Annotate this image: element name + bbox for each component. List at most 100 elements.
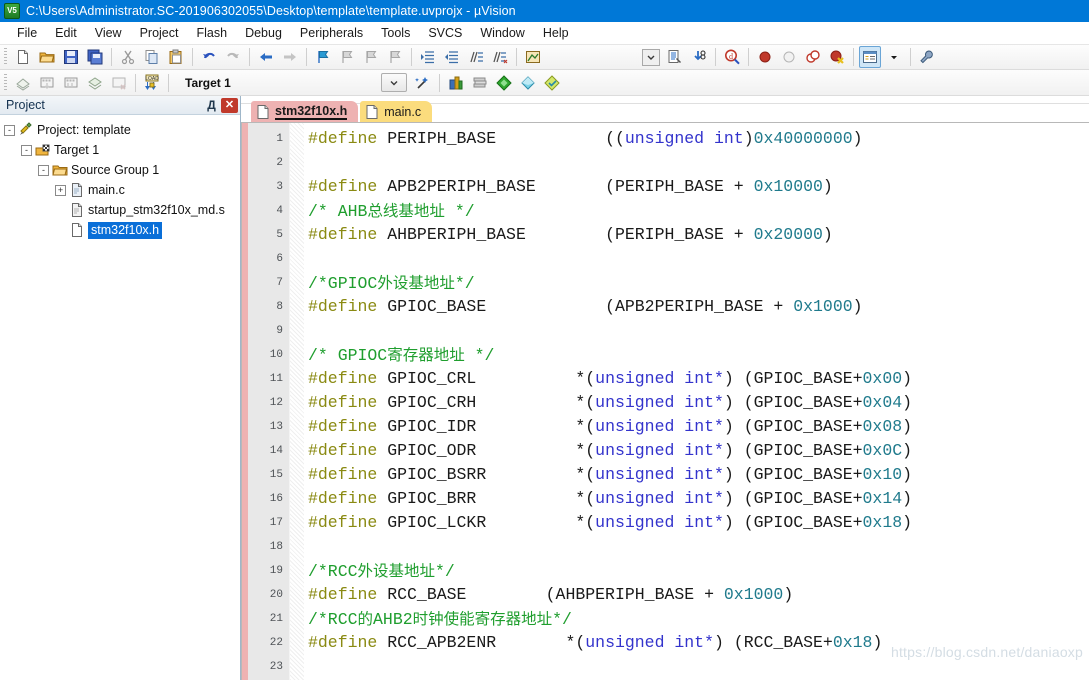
comment-lines-icon[interactable]	[465, 46, 487, 68]
stop-build-icon[interactable]	[108, 72, 130, 94]
save-icon[interactable]	[60, 46, 82, 68]
menu-item-help[interactable]: Help	[534, 23, 578, 43]
combo-dropdown-icon[interactable]	[640, 46, 662, 68]
redo-icon[interactable]	[222, 46, 244, 68]
code-line[interactable]	[304, 247, 1089, 271]
rebuild-icon[interactable]	[60, 72, 82, 94]
navigate-back-icon[interactable]	[255, 46, 277, 68]
project-tree[interactable]: - Project: template - Target 1- Source Group…	[0, 115, 240, 680]
options-target-icon[interactable]	[916, 46, 938, 68]
bookmark-toggle-icon[interactable]	[312, 46, 334, 68]
bookmark-next-icon[interactable]	[360, 46, 382, 68]
manage-project-items-icon[interactable]	[445, 72, 467, 94]
code-line[interactable]: #define RCC_BASE (AHBPERIPH_BASE + 0x100…	[304, 583, 1089, 607]
tree-item-project-template[interactable]: - Project: template	[4, 120, 240, 140]
collapse-toggle-icon[interactable]: -	[21, 144, 32, 156]
new-file-icon[interactable]	[12, 46, 34, 68]
code-line[interactable]: /* GPIOC寄存器地址 */	[304, 343, 1089, 367]
toolbar-grip[interactable]	[4, 48, 7, 66]
menu-item-flash[interactable]: Flash	[187, 23, 236, 43]
collapse-toggle-icon[interactable]: -	[4, 124, 15, 136]
menu-item-edit[interactable]: Edit	[46, 23, 86, 43]
project-window-icon[interactable]	[664, 46, 686, 68]
pack-installer-icon[interactable]	[541, 72, 563, 94]
disable-breakpoint-icon[interactable]	[778, 46, 800, 68]
code-line[interactable]: #define PERIPH_BASE ((unsigned int)0x400…	[304, 127, 1089, 151]
code-editor[interactable]: 1 2 3 4 5 6 7 8 9 10 11 12 13 14 15 16 17 18 19 20 21 22 23 #d…	[241, 122, 1089, 680]
disable-all-breakpoints-icon[interactable]	[802, 46, 824, 68]
kill-all-breakpoints-icon[interactable]	[826, 46, 848, 68]
tree-item-startup-stm32f10x-md-s[interactable]: startup_stm32f10x_md.s	[4, 200, 240, 220]
download-icon[interactable]: LOAD	[141, 72, 163, 94]
code-line[interactable]: #define AHBPERIPH_BASE (PERIPH_BASE + 0x…	[304, 223, 1089, 247]
batch-build-icon[interactable]	[84, 72, 106, 94]
uncomment-lines-icon[interactable]	[489, 46, 511, 68]
code-line[interactable]: /*GPIOC外设基地址*/	[304, 271, 1089, 295]
build-icon[interactable]	[36, 72, 58, 94]
code-token-kw: *	[714, 369, 724, 388]
menu-item-file[interactable]: File	[8, 23, 46, 43]
code-line[interactable]: #define GPIOC_CRH *(unsigned int*) (GPIO…	[304, 391, 1089, 415]
toolbar-grip[interactable]	[4, 73, 7, 92]
menu-item-tools[interactable]: Tools	[372, 23, 419, 43]
books-icon[interactable]	[469, 72, 491, 94]
bookmark-clear-icon[interactable]	[384, 46, 406, 68]
target-wizard-icon[interactable]	[412, 72, 434, 94]
navigate-forward-icon[interactable]	[279, 46, 301, 68]
code-text[interactable]: #define PERIPH_BASE ((unsigned int)0x400…	[304, 123, 1089, 680]
menu-item-view[interactable]: View	[86, 23, 131, 43]
code-line[interactable]: #define GPIOC_BSRR *(unsigned int*) (GPI…	[304, 463, 1089, 487]
open-file-icon[interactable]	[36, 46, 58, 68]
code-token-cmt-cn: 总线基地址	[367, 202, 445, 220]
code-line[interactable]: #define GPIOC_LCKR *(unsigned int*) (GPI…	[304, 511, 1089, 535]
insert-breakpoint-icon[interactable]	[754, 46, 776, 68]
code-line[interactable]: /*RCC外设基地址*/	[304, 559, 1089, 583]
target-dropdown-button[interactable]	[381, 73, 407, 92]
code-line[interactable]: #define GPIOC_CRL *(unsigned int*) (GPIO…	[304, 367, 1089, 391]
code-line[interactable]: #define RCC_APB2ENR *(unsigned int*) (RC…	[304, 631, 1089, 655]
copy-icon[interactable]	[141, 46, 163, 68]
code-line[interactable]: #define GPIOC_IDR *(unsigned int*) (GPIO…	[304, 415, 1089, 439]
paste-icon[interactable]	[165, 46, 187, 68]
save-all-icon[interactable]	[84, 46, 106, 68]
bookmark-prev-icon[interactable]	[336, 46, 358, 68]
code-line[interactable]: #define APB2PERIPH_BASE (PERIPH_BASE + 0…	[304, 175, 1089, 199]
cut-icon[interactable]	[117, 46, 139, 68]
code-line[interactable]: #define GPIOC_ODR *(unsigned int*) (GPIO…	[304, 439, 1089, 463]
translate-icon[interactable]	[12, 72, 34, 94]
editor-tab-main-c[interactable]: main.c	[360, 101, 433, 122]
configure-icon[interactable]	[688, 46, 710, 68]
target-selector[interactable]: Target 1	[179, 73, 301, 93]
indent-decrease-icon[interactable]	[441, 46, 463, 68]
undo-icon[interactable]	[198, 46, 220, 68]
tree-item-target-1[interactable]: - Target 1	[4, 140, 240, 160]
code-line[interactable]	[304, 535, 1089, 559]
options-icon[interactable]	[493, 72, 515, 94]
menu-item-peripherals[interactable]: Peripherals	[291, 23, 372, 43]
code-line[interactable]	[304, 151, 1089, 175]
code-line[interactable]: #define GPIOC_BASE (APB2PERIPH_BASE + 0x…	[304, 295, 1089, 319]
code-line[interactable]: #define GPIOC_BRR *(unsigned int*) (GPIO…	[304, 487, 1089, 511]
packs-icon[interactable]	[517, 72, 539, 94]
editor-tab-stm32f10x-h[interactable]: stm32f10x.h	[251, 101, 359, 122]
collapse-toggle-icon[interactable]: -	[38, 164, 49, 176]
code-line[interactable]: /*RCC的AHB2时钟使能寄存器地址*/	[304, 607, 1089, 631]
tree-item-source-group-1[interactable]: - Source Group 1	[4, 160, 240, 180]
manage-components-icon[interactable]	[859, 46, 881, 68]
expand-toggle-icon[interactable]: +	[55, 184, 66, 196]
menu-item-debug[interactable]: Debug	[236, 23, 291, 43]
components-dropdown-icon[interactable]	[883, 46, 905, 68]
menu-item-project[interactable]: Project	[131, 23, 188, 43]
build-output-icon[interactable]	[522, 46, 544, 68]
menu-item-svcs[interactable]: SVCS	[419, 23, 471, 43]
find-in-files-icon[interactable]: d	[721, 46, 743, 68]
close-icon[interactable]: ✕	[221, 97, 238, 113]
code-line[interactable]	[304, 319, 1089, 343]
tree-item-main-c[interactable]: + main.c	[4, 180, 240, 200]
menu-item-window[interactable]: Window	[471, 23, 533, 43]
pin-icon[interactable]: Д	[203, 98, 220, 113]
code-line[interactable]: /* AHB总线基地址 */	[304, 199, 1089, 223]
tree-item-stm32f10x-h[interactable]: stm32f10x.h	[4, 220, 240, 240]
indent-increase-icon[interactable]	[417, 46, 439, 68]
code-line[interactable]	[304, 655, 1089, 679]
